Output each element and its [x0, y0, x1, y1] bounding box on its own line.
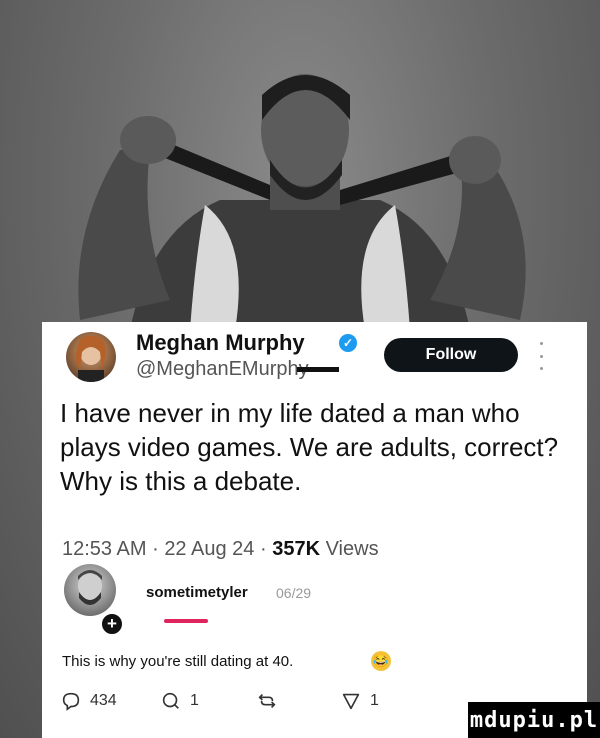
redaction-bar — [297, 367, 339, 372]
more-icon[interactable] — [538, 342, 544, 370]
verified-badge-icon: ✓ — [339, 334, 357, 352]
retweet-icon — [258, 693, 276, 709]
laughing-emoji-icon: 😂 — [371, 651, 391, 671]
plus-icon[interactable]: + — [100, 612, 124, 636]
tweet-date[interactable]: 22 Aug 24 — [164, 538, 254, 560]
comment-icon — [62, 692, 80, 711]
retweet-action[interactable] — [256, 690, 278, 712]
like-count: 1 — [370, 692, 379, 709]
watermark-logo: mdupiu.pl — [468, 702, 600, 738]
redaction-bar — [164, 619, 208, 623]
reply-text: This is why you're still dating at 40. — [62, 653, 294, 670]
tweet-text: I have never in my life dated a man who … — [60, 398, 559, 496]
tweet-meta: 12:53 AM · 22 Aug 24 · 357K Views — [62, 538, 379, 561]
tweet-time[interactable]: 12:53 AM — [62, 538, 147, 560]
like-action[interactable]: 1 — [340, 690, 379, 712]
tweet-card: Meghan Murphy ✓ @MeghanEMurphy Follow I … — [42, 322, 587, 738]
views-count: 357K — [272, 538, 321, 560]
quote-icon — [162, 692, 179, 709]
comment-count: 434 — [90, 692, 117, 709]
author-name[interactable]: Meghan Murphy — [136, 330, 305, 356]
views-label: Views — [325, 538, 379, 560]
quote-action[interactable]: 1 — [160, 690, 199, 712]
author-handle[interactable]: @MeghanEMurphy — [136, 358, 309, 381]
separator: · — [152, 538, 159, 560]
separator: · — [259, 538, 267, 560]
comment-action[interactable]: 434 — [60, 690, 117, 712]
reply-username[interactable]: sometimetyler — [146, 584, 248, 601]
reply-date: 06/29 — [276, 585, 312, 601]
heart-icon — [342, 693, 360, 710]
quote-count: 1 — [190, 692, 199, 709]
reply-avatar[interactable] — [64, 564, 116, 616]
author-avatar[interactable] — [66, 332, 116, 382]
follow-button[interactable]: Follow — [384, 338, 518, 372]
